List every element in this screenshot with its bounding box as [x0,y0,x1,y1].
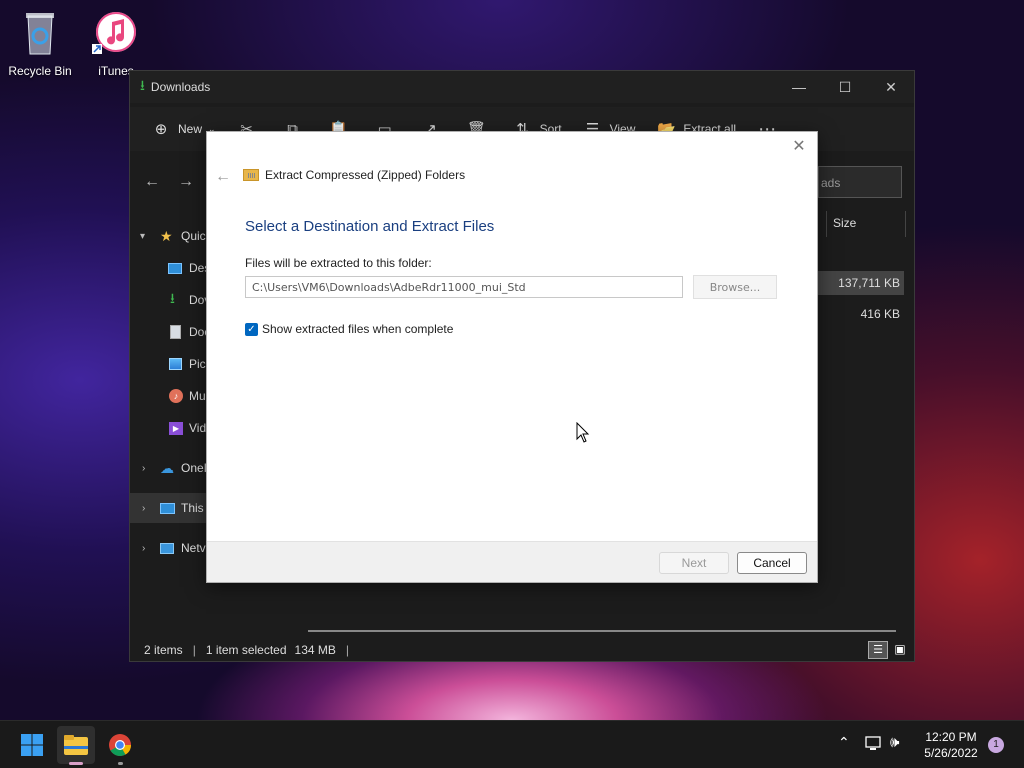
show-files-checkbox-row[interactable]: ✓ Show extracted files when complete [245,322,453,336]
nav-label: Netv [181,541,206,555]
file-row[interactable]: 416 KB [818,302,904,326]
dialog-footer: Next Cancel [207,541,817,582]
mouse-cursor-icon [576,422,590,443]
chevron-right-icon: › [142,502,146,514]
video-icon: ▶ [169,421,183,435]
minimize-button[interactable]: — [776,71,822,103]
dialog-heading: Select a Destination and Extract Files [245,218,495,235]
status-divider: | [345,643,350,657]
taskbar-chrome[interactable] [101,726,139,765]
nav-label: Mu [189,389,206,403]
maximize-button[interactable]: ☐ [822,71,868,103]
windows-logo-icon [21,734,43,756]
close-window-button[interactable]: ✕ [868,71,914,103]
plus-circle-icon: ⊕ [154,121,168,138]
folder-icon [64,735,88,755]
column-size-label: Size [833,216,857,230]
running-indicator [118,762,123,765]
star-icon: ★ [160,227,173,244]
document-icon [170,325,181,339]
nav-label: Vid [189,421,207,435]
destination-path-input[interactable]: C:\Users\VM6\Downloads\AdbeRdr11000_mui_… [245,276,683,298]
itunes-icon [92,10,140,58]
dialog-title: Extract Compressed (Zipped) Folders [243,168,465,182]
start-button[interactable] [13,726,51,764]
checkbox-checked-icon[interactable]: ✓ [245,322,258,336]
download-icon: ⭳ [170,290,175,306]
status-selected: 1 item selected [205,643,287,657]
desktop-icon-recycle-bin[interactable]: Recycle Bin [0,10,80,78]
pictures-icon [169,358,182,370]
recycle-bin-icon [16,10,64,58]
this-pc-icon [160,502,175,514]
status-size: 134 MB [294,643,336,657]
dialog-title-text: Extract Compressed (Zipped) Folders [265,168,466,182]
cloud-icon: ☁ [160,459,174,476]
chevron-right-icon: › [142,542,146,554]
search-box[interactable]: ads [818,166,902,198]
download-icon: ⭳ [140,77,145,93]
status-bar: 2 items | 1 item selected 134 MB | [130,639,914,661]
chevron-down-icon: ▾ [140,230,146,242]
zip-folder-icon [243,169,259,181]
show-files-label: Show extracted files when complete [262,322,454,336]
chevron-right-icon: › [142,462,146,474]
chrome-icon [109,734,131,756]
clock-date: 5/26/2022 [924,746,978,760]
new-label: New [178,122,203,136]
tiles-view-button[interactable]: ▣ [890,641,910,659]
taskbar: ⌃ 🕪 12:20 PM 5/26/2022 1 [0,720,1024,768]
desktop-icon [168,262,182,274]
extract-dialog: ✕ ← Extract Compressed (Zipped) Folders … [206,131,818,583]
nav-label: OneI [181,461,208,475]
active-indicator [69,762,83,765]
chevron-up-icon[interactable]: ⌃ [838,734,850,751]
file-row-selected[interactable]: 137,711 KB [818,271,904,295]
volume-icon[interactable]: 🕪 [890,734,899,751]
nav-label: Pic [189,357,206,371]
cancel-button[interactable]: Cancel [737,552,807,574]
desktop-icon-label: Recycle Bin [8,64,72,78]
taskbar-file-explorer[interactable] [57,726,95,765]
horizontal-scrollbar[interactable] [308,630,896,632]
window-title: Downloads [150,80,211,94]
details-view-button[interactable]: ☰ [868,641,888,659]
destination-label: Files will be extracted to this folder: [245,256,432,270]
file-size: 416 KB [860,307,900,321]
notification-badge[interactable]: 1 [988,737,1004,753]
dialog-close-button[interactable]: ✕ [789,136,809,156]
clock[interactable]: 12:20 PM 5/26/2022 [916,729,986,761]
status-item-count: 2 items [144,643,183,657]
status-divider: | [192,643,196,657]
nav-label: Quic [181,229,206,243]
next-button[interactable]: Next [659,552,729,574]
clock-time: 12:20 PM [925,730,977,744]
file-size: 137,711 KB [838,276,900,290]
music-icon: ♪ [169,389,183,403]
desktop-icon-itunes[interactable]: iTunes [76,10,156,78]
nav-label: This [181,501,204,515]
browse-button[interactable]: Browse... [693,275,777,299]
dialog-back-arrow-icon[interactable]: ← [215,168,231,186]
network-icon[interactable] [864,736,882,752]
network-icon [160,542,174,554]
column-header-size[interactable]: Size [826,211,906,237]
search-placeholder: ads [821,176,841,190]
